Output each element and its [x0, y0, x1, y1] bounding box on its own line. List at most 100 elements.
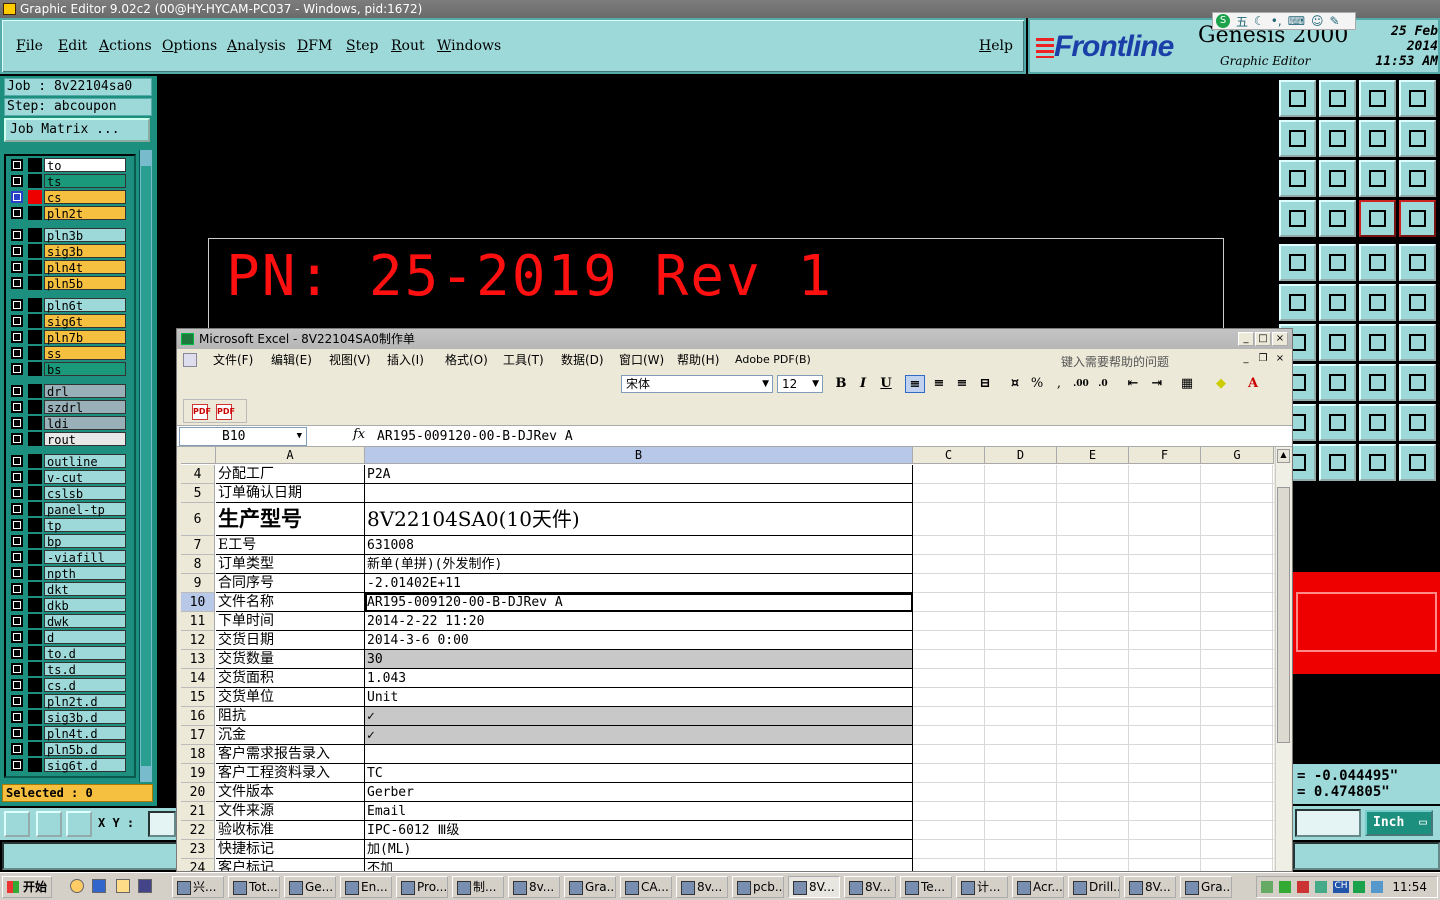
layer-checkbox[interactable] [11, 229, 23, 241]
punctuation-icon[interactable]: •, [1271, 14, 1282, 28]
row-header[interactable]: 22 [181, 821, 215, 840]
maximize-button[interactable]: □ [1255, 332, 1271, 346]
layer-color-swatch[interactable] [28, 158, 42, 172]
doc-minimize-button[interactable]: _ [1238, 353, 1254, 367]
layer-checkbox[interactable] [11, 471, 23, 483]
layer-color-swatch[interactable] [28, 416, 42, 430]
layer-color-swatch[interactable] [28, 276, 42, 290]
layer-checkbox[interactable] [11, 245, 23, 257]
taskbar-button[interactable]: Acr... [1012, 876, 1064, 898]
cross-icon[interactable] [1319, 284, 1356, 321]
layer-name[interactable]: dwk [44, 614, 126, 629]
move-icon[interactable] [1319, 120, 1356, 157]
cell-label[interactable]: 验收标准 [216, 821, 365, 840]
cell-value[interactable]: -2.01402E+11 [365, 574, 913, 593]
fit-icon[interactable] [1279, 160, 1316, 197]
row-header[interactable]: 12 [181, 631, 215, 650]
layer-row[interactable]: rout [8, 432, 130, 447]
layer-name[interactable]: pln3b [44, 228, 126, 243]
cell-value[interactable]: 加(ML) [365, 840, 913, 859]
row-header[interactable]: 9 [181, 574, 215, 593]
tray-app-icon[interactable] [1315, 881, 1327, 893]
layer-checkbox[interactable] [11, 331, 23, 343]
layer-color-swatch[interactable] [28, 646, 42, 660]
layer-row[interactable]: ldi [8, 416, 130, 431]
quicklaunch-save-icon[interactable] [138, 879, 152, 893]
group-icon[interactable] [1399, 364, 1436, 401]
layer-row[interactable]: pln2t.d [8, 694, 130, 709]
diagonal-icon[interactable] [1359, 284, 1396, 321]
layer-checkbox[interactable] [11, 503, 23, 515]
layer-color-swatch[interactable] [28, 678, 42, 692]
layer-name[interactable]: cs [44, 190, 126, 205]
layer-color-swatch[interactable] [28, 298, 42, 312]
cell-label[interactable]: 沉金 [216, 726, 365, 745]
cell-label[interactable]: 分配工厂 [216, 465, 365, 484]
layer-name[interactable]: drl [44, 384, 126, 399]
layer-color-swatch[interactable] [28, 384, 42, 398]
layer-name[interactable]: sig6t [44, 314, 126, 329]
excel-menu-adobe-pdf[interactable]: Adobe PDF(B) [735, 349, 811, 371]
layer-checkbox[interactable] [11, 535, 23, 547]
layer-color-swatch[interactable] [28, 710, 42, 724]
grid-icon[interactable] [66, 811, 92, 837]
layer-row[interactable]: tp [8, 518, 130, 533]
layer-row[interactable]: to.d [8, 646, 130, 661]
cell-value[interactable]: AR195-009120-00-B-DJRev A [365, 593, 913, 612]
excel-menu-tools[interactable]: 工具(T) [503, 349, 544, 371]
empty-cells[interactable] [913, 484, 1274, 503]
font-select[interactable]: 宋体 ▼ [621, 375, 773, 393]
layer-checkbox[interactable] [11, 487, 23, 499]
layer-row[interactable]: dkt [8, 582, 130, 597]
layer-name[interactable]: panel-tp [44, 502, 126, 517]
layer-checkbox[interactable] [11, 663, 23, 675]
empty-cells[interactable] [913, 783, 1274, 802]
cell-label[interactable]: 客户需求报告录入 [216, 745, 365, 764]
taskbar-button[interactable]: Gra... [1180, 876, 1232, 898]
cell-value[interactable]: 30 [365, 650, 913, 669]
layer-name[interactable]: sig3b [44, 244, 126, 259]
layer-row[interactable]: v-cut [8, 470, 130, 485]
layer-color-swatch[interactable] [28, 742, 42, 756]
row-header[interactable]: 21 [181, 802, 215, 821]
comma-icon[interactable]: , [1049, 375, 1069, 393]
cell-value[interactable]: Gerber [365, 783, 913, 802]
zoom-area-icon[interactable] [4, 811, 30, 837]
layer-name[interactable]: ldi [44, 416, 126, 431]
tray-close-icon[interactable] [1297, 881, 1309, 893]
pdf-email-icon[interactable]: PDF [216, 404, 235, 420]
cell-label[interactable]: 合同序号 [216, 574, 365, 593]
polygon-icon[interactable] [1319, 244, 1356, 281]
layer-checkbox[interactable] [11, 599, 23, 611]
cell-label[interactable]: 下单时间 [216, 612, 365, 631]
layer-color-swatch[interactable] [28, 614, 42, 628]
row-header[interactable]: 11 [181, 612, 215, 631]
layer-name[interactable]: szdrl [44, 400, 126, 415]
empty-cells[interactable] [913, 593, 1274, 612]
cell-value[interactable]: 新单(单拼)(外发制作) [365, 555, 913, 574]
net-icon[interactable] [1279, 284, 1316, 321]
column-header[interactable]: D [985, 447, 1057, 464]
layer-checkbox[interactable] [11, 385, 23, 397]
doc-restore-button[interactable]: ❐ [1255, 353, 1271, 367]
layer-color-swatch[interactable] [28, 206, 42, 220]
layer-row[interactable]: pln4t [8, 260, 130, 275]
layer-name[interactable]: dkt [44, 582, 126, 597]
layer-color-swatch[interactable] [28, 432, 42, 446]
currency-icon[interactable]: ¤ [1005, 375, 1025, 393]
decrease-decimal-icon[interactable]: .0 [1093, 375, 1113, 393]
close-button[interactable]: × [1272, 332, 1288, 346]
layer-row[interactable]: pln6t [8, 298, 130, 313]
layer-row[interactable]: cslsb [8, 486, 130, 501]
layer-color-swatch[interactable] [28, 454, 42, 468]
layer-checkbox[interactable] [11, 519, 23, 531]
taskbar-button[interactable]: Gra... [564, 876, 616, 898]
taskbar-button[interactable]: Pro... [396, 876, 448, 898]
taskbar-button[interactable]: 8V... [844, 876, 896, 898]
pdf-convert-icon[interactable]: PDF [192, 404, 211, 420]
cell-value[interactable]: ✓ [365, 707, 913, 726]
layer-checkbox[interactable] [11, 759, 23, 771]
layer-row[interactable]: bs [8, 362, 130, 377]
empty-cells[interactable] [913, 503, 1274, 536]
layer-checkbox[interactable] [11, 695, 23, 707]
